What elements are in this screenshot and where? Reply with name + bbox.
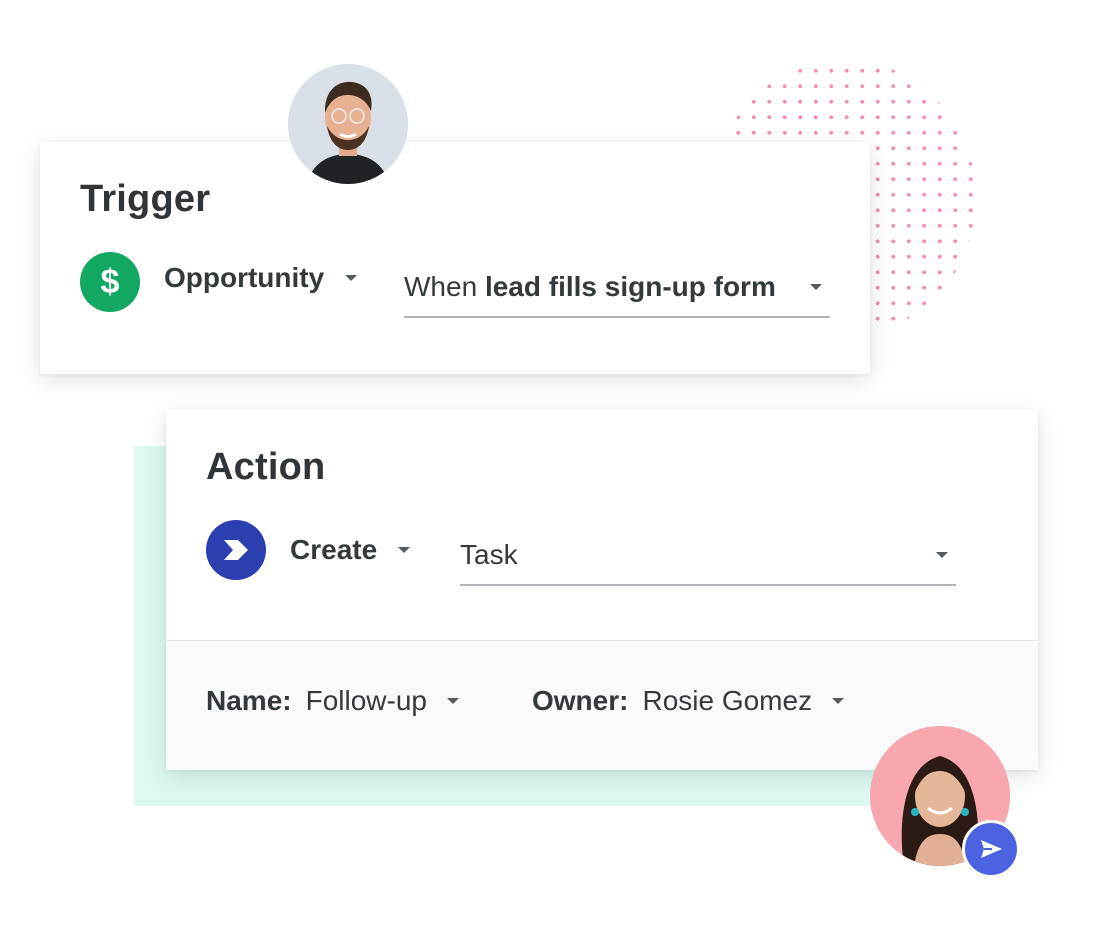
caret-down-icon [832,698,845,704]
avatar [288,64,408,184]
dollar-icon: $ [80,252,140,312]
caret-down-icon [446,698,459,704]
condition-value: lead fills sign-up form [484,271,776,302]
condition-prefix: When [404,271,485,302]
caret-down-icon [345,275,358,281]
trigger-object-dropdown[interactable]: Opportunity [164,262,358,294]
dollar-glyph: $ [100,263,120,301]
chevron-right-icon [206,520,266,580]
action-object-select[interactable]: Task [460,526,956,586]
task-name-value: Follow-up [305,685,427,716]
trigger-title: Trigger [80,178,211,220]
send-icon [962,820,1020,878]
task-name-label: Name: [206,685,292,716]
action-verb-label: Create [290,534,378,565]
action-card: Action Create Task Name: Follow-up Owner… [166,410,1038,770]
action-verb-dropdown[interactable]: Create [290,534,411,566]
action-object-value: Task [460,539,518,570]
task-name-dropdown[interactable]: Name: Follow-up [206,685,459,717]
caret-down-icon [936,552,948,558]
trigger-condition-select[interactable]: When lead fills sign-up form [404,258,830,318]
task-owner-label: Owner: [532,685,629,716]
task-owner-value: Rosie Gomez [642,685,813,716]
action-title: Action [206,446,326,488]
trigger-card: Trigger $ Opportunity When lead fills si… [40,142,870,374]
caret-down-icon [398,547,411,553]
caret-down-icon [810,284,822,290]
trigger-object-label: Opportunity [164,262,325,293]
task-owner-dropdown[interactable]: Owner: Rosie Gomez [532,685,845,717]
trigger-condition-text: When lead fills sign-up form [404,271,776,303]
